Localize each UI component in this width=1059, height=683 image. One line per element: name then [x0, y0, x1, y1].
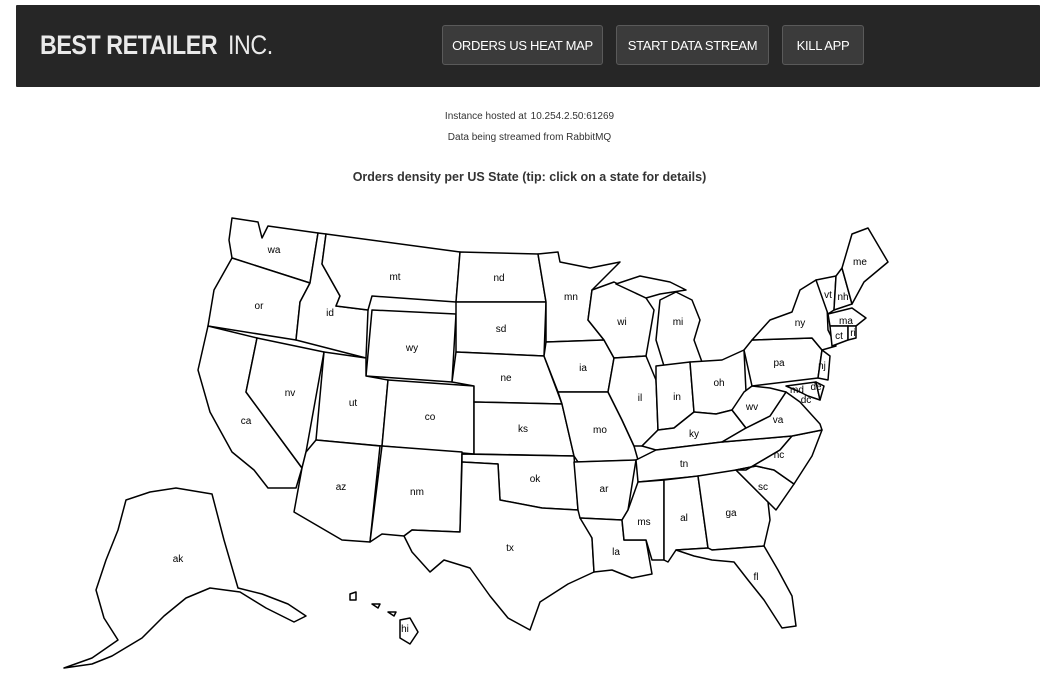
state-label-me: me	[853, 257, 867, 268]
state-label-hi: hi	[401, 624, 409, 635]
state-label-nv: nv	[285, 388, 296, 399]
state-sd[interactable]: sd	[455, 301, 547, 357]
state-label-ca: ca	[241, 416, 252, 427]
brand-suffix: INC.	[228, 30, 273, 60]
state-label-ga: ga	[725, 508, 737, 519]
state-label-in: in	[673, 392, 681, 403]
map-title: Orders density per US State (tip: click …	[352, 170, 707, 184]
state-label-az: az	[336, 482, 347, 493]
state-label-pa: pa	[773, 358, 785, 369]
state-label-ms: ms	[637, 517, 650, 528]
orders-heat-map-button[interactable]: ORDERS US HEAT MAP	[442, 25, 603, 65]
state-label-ok: ok	[530, 474, 542, 485]
stream-info: Data being streamed from RabbitMQ	[447, 132, 612, 143]
state-ri[interactable]: ri	[847, 325, 857, 341]
state-nm[interactable]: nm	[369, 445, 463, 543]
brand-name: BEST RETAILER	[40, 30, 218, 60]
state-ks[interactable]: ks	[473, 401, 575, 457]
state-co[interactable]: co	[381, 379, 475, 455]
state-hi[interactable]: hi	[349, 591, 419, 645]
state-label-la: la	[612, 547, 620, 558]
state-label-oh: oh	[713, 378, 724, 389]
state-label-mt: mt	[389, 272, 400, 283]
start-data-stream-button[interactable]: START DATA STREAM	[616, 25, 769, 65]
host-label: Instance hosted at	[444, 111, 527, 122]
state-label-mo: mo	[593, 425, 607, 436]
brand-logo: BEST RETAILER INC.	[40, 25, 280, 65]
state-label-wy: wy	[405, 343, 418, 354]
state-label-wa: wa	[267, 245, 281, 256]
state-me[interactable]: me	[841, 227, 889, 305]
state-label-nc: nc	[774, 450, 785, 461]
state-nd[interactable]: nd	[455, 251, 547, 303]
state-label-nd: nd	[493, 273, 504, 284]
state-fl[interactable]: fl	[675, 545, 797, 629]
state-label-id: id	[326, 308, 334, 319]
state-label-tn: tn	[680, 459, 688, 470]
navbar: BEST RETAILER INC. ORDERS US HEAT MAP ST…	[16, 5, 1040, 87]
state-label-nh: nh	[837, 292, 848, 303]
host-address: 10.254.2.50:61269	[530, 111, 615, 122]
state-dc[interactable]: dc	[801, 395, 812, 406]
state-mt[interactable]: mt	[321, 233, 461, 311]
state-label-ia: ia	[579, 363, 587, 374]
kill-app-button[interactable]: KILL APP	[782, 25, 864, 65]
state-label-nj: nj	[818, 361, 826, 372]
state-label-ky: ky	[689, 429, 699, 440]
state-label-ne: ne	[500, 373, 512, 384]
state-label-wi: wi	[616, 317, 626, 328]
state-label-sd: sd	[496, 324, 507, 335]
state-label-vt: vt	[824, 290, 832, 301]
state-label-dc: dc	[801, 395, 812, 406]
state-label-mn: mn	[564, 292, 578, 303]
state-label-co: co	[425, 412, 436, 423]
state-label-sc: sc	[758, 482, 768, 493]
state-label-mi: mi	[673, 317, 684, 328]
state-ct[interactable]: ct	[829, 325, 849, 347]
state-label-ks: ks	[518, 424, 528, 435]
state-ia[interactable]: ia	[543, 339, 615, 393]
page: BEST RETAILER INC. ORDERS US HEAT MAP ST…	[0, 0, 1059, 683]
state-label-or: or	[255, 301, 265, 312]
state-label-ut: ut	[349, 398, 358, 409]
state-label-al: al	[680, 513, 688, 524]
state-label-ct: ct	[835, 331, 843, 342]
state-label-ar: ar	[600, 484, 610, 495]
host-info: Instance hosted at 10.254.2.50:61269	[0, 111, 1059, 122]
state-label-de: de	[810, 382, 822, 393]
state-label-il: il	[638, 393, 642, 404]
state-pa[interactable]: pa	[743, 337, 823, 387]
state-ak[interactable]: ak	[63, 487, 307, 669]
state-label-wv: wv	[745, 402, 758, 413]
state-label-ak: ak	[173, 554, 185, 565]
state-label-tx: tx	[506, 543, 514, 554]
state-label-va: va	[773, 415, 784, 426]
state-wy[interactable]: wy	[365, 309, 457, 383]
state-az[interactable]: az	[293, 439, 381, 543]
state-label-ny: ny	[795, 318, 806, 329]
state-label-ri: ri	[850, 328, 856, 339]
state-label-nm: nm	[410, 487, 424, 498]
us-map: wa or ca nv id mt wy ut az co nm nd sd n…	[63, 217, 889, 669]
state-label-fl: fl	[754, 572, 759, 583]
